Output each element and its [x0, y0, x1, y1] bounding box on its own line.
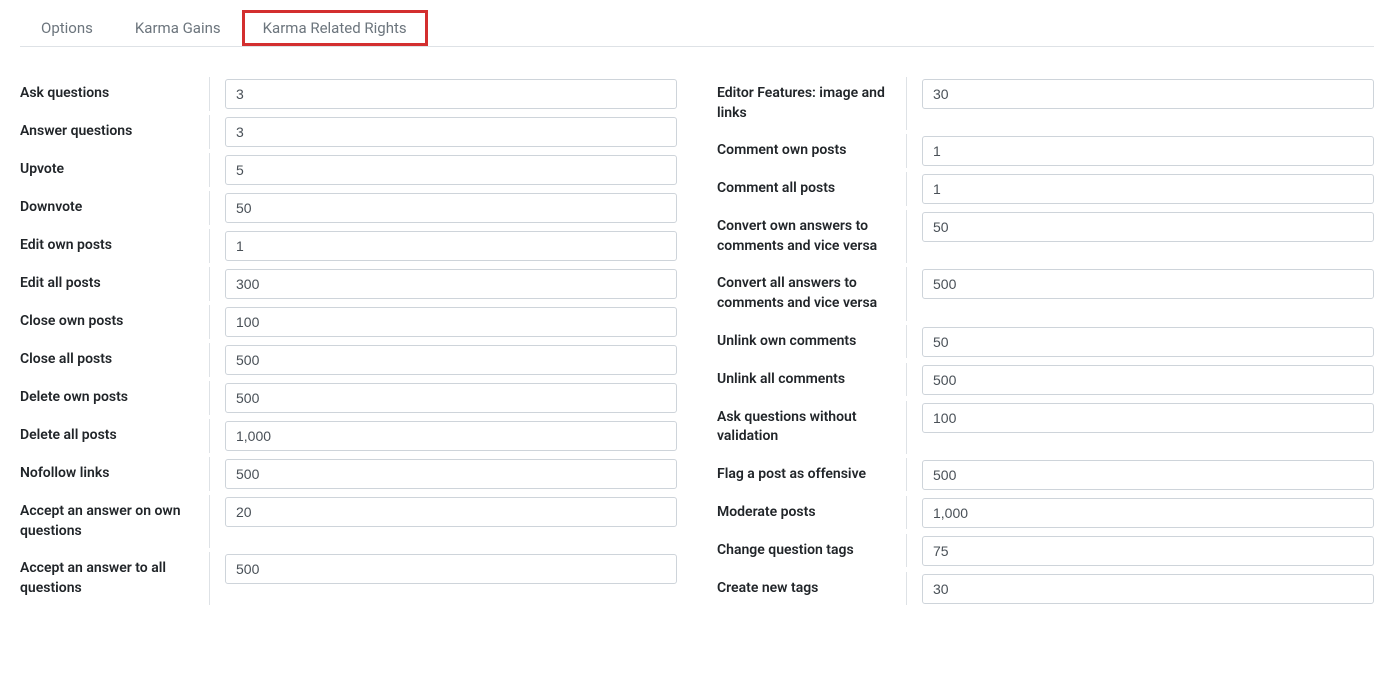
label-ask-no-validation: Ask questions without validation [717, 401, 907, 454]
label-create-tags: Create new tags [717, 572, 907, 606]
input-change-tags[interactable] [922, 536, 1374, 566]
input-moderate-posts[interactable] [922, 498, 1374, 528]
label-editor-features: Editor Features: image and links [717, 77, 907, 130]
label-edit-own-posts: Edit own posts [20, 229, 210, 263]
label-comment-own: Comment own posts [717, 134, 907, 168]
label-answer-questions: Answer questions [20, 115, 210, 149]
input-flag-offensive[interactable] [922, 460, 1374, 490]
label-close-all-posts: Close all posts [20, 343, 210, 377]
form-content: Ask questions Answer questions Upvote Do… [20, 77, 1374, 606]
label-upvote: Upvote [20, 153, 210, 187]
label-accept-own: Accept an answer on own questions [20, 495, 210, 548]
input-accept-own[interactable] [225, 497, 677, 527]
input-create-tags[interactable] [922, 574, 1374, 604]
label-convert-own: Convert own answers to comments and vice… [717, 210, 907, 263]
label-ask-questions: Ask questions [20, 77, 210, 111]
input-delete-own-posts[interactable] [225, 383, 677, 413]
label-unlink-own: Unlink own comments [717, 325, 907, 359]
label-close-own-posts: Close own posts [20, 305, 210, 339]
input-accept-all[interactable] [225, 554, 677, 584]
label-accept-all: Accept an answer to all questions [20, 552, 210, 605]
input-convert-all[interactable] [922, 269, 1374, 299]
tab-options[interactable]: Options [20, 10, 114, 46]
input-delete-all-posts[interactable] [225, 421, 677, 451]
label-convert-all: Convert all answers to comments and vice… [717, 267, 907, 320]
input-edit-all-posts[interactable] [225, 269, 677, 299]
tab-karma-gains[interactable]: Karma Gains [114, 10, 242, 46]
input-unlink-all[interactable] [922, 365, 1374, 395]
label-nofollow-links: Nofollow links [20, 457, 210, 491]
input-unlink-own[interactable] [922, 327, 1374, 357]
label-edit-all-posts: Edit all posts [20, 267, 210, 301]
input-nofollow-links[interactable] [225, 459, 677, 489]
input-ask-no-validation[interactable] [922, 403, 1374, 433]
label-moderate-posts: Moderate posts [717, 496, 907, 530]
label-comment-all: Comment all posts [717, 172, 907, 206]
left-column: Ask questions Answer questions Upvote Do… [20, 77, 677, 606]
input-comment-all[interactable] [922, 174, 1374, 204]
label-change-tags: Change question tags [717, 534, 907, 568]
input-convert-own[interactable] [922, 212, 1374, 242]
tab-bar: Options Karma Gains Karma Related Rights [20, 10, 1374, 47]
tab-karma-related-rights[interactable]: Karma Related Rights [242, 10, 428, 46]
label-delete-own-posts: Delete own posts [20, 381, 210, 415]
input-close-all-posts[interactable] [225, 345, 677, 375]
label-unlink-all: Unlink all comments [717, 363, 907, 397]
label-downvote: Downvote [20, 191, 210, 225]
input-upvote[interactable] [225, 155, 677, 185]
input-comment-own[interactable] [922, 136, 1374, 166]
right-column: Editor Features: image and links Comment… [717, 77, 1374, 606]
input-close-own-posts[interactable] [225, 307, 677, 337]
input-editor-features[interactable] [922, 79, 1374, 109]
label-flag-offensive: Flag a post as offensive [717, 458, 907, 492]
input-answer-questions[interactable] [225, 117, 677, 147]
input-ask-questions[interactable] [225, 79, 677, 109]
input-edit-own-posts[interactable] [225, 231, 677, 261]
input-downvote[interactable] [225, 193, 677, 223]
label-delete-all-posts: Delete all posts [20, 419, 210, 453]
